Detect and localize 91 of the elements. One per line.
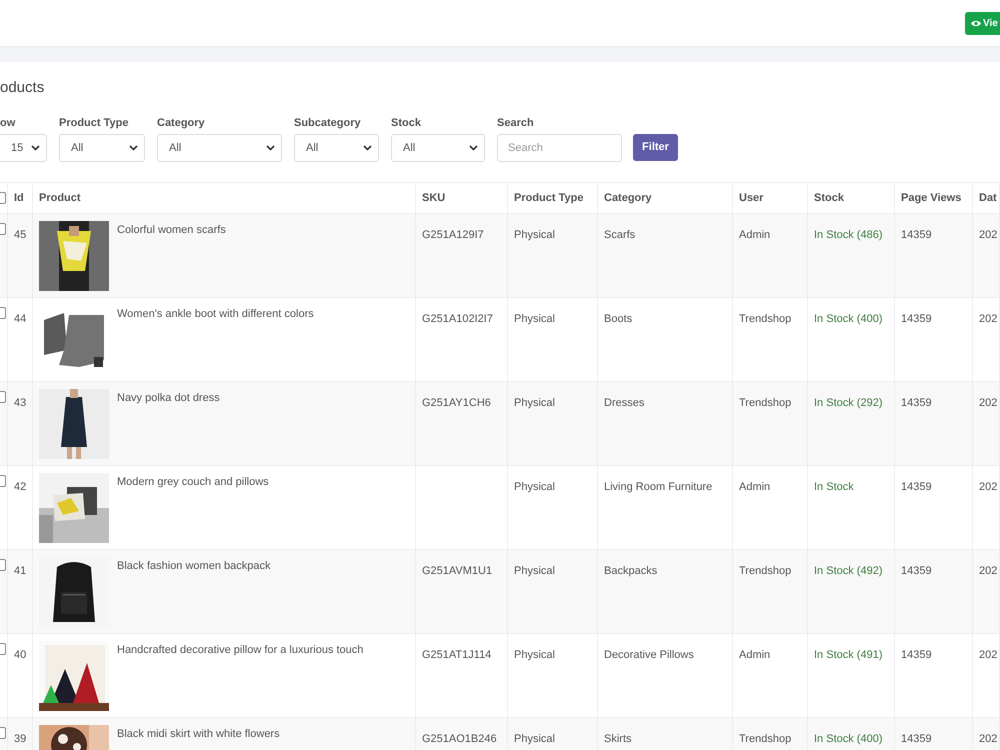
table-cell: Backpacks xyxy=(604,565,658,577)
table-cell: 39 xyxy=(14,733,26,745)
table-cell: Scarfs xyxy=(604,229,636,241)
table-cell: Dresses xyxy=(604,397,644,409)
table-cell: 202 xyxy=(979,481,998,493)
table-cell: Skirts xyxy=(604,733,632,745)
product-name: Black fashion women backpack xyxy=(117,559,270,574)
table-cell: 43 xyxy=(14,397,26,409)
table-cell: G251A129I7 xyxy=(422,229,484,241)
table-cell: In Stock (400) xyxy=(814,313,882,325)
select-field[interactable]: 15 xyxy=(0,134,47,162)
product-name: Colorful women scarfs xyxy=(117,223,226,238)
select-field[interactable]: All xyxy=(294,134,379,162)
column-header: Product xyxy=(39,190,81,206)
table-cell: 202 xyxy=(979,313,998,325)
table-cell: Physical xyxy=(514,733,555,745)
table-cell: Physical xyxy=(514,481,555,493)
table-cell: 14359 xyxy=(901,649,932,661)
table-cell: 202 xyxy=(979,733,998,745)
table-cell: 40 xyxy=(14,649,26,661)
table-cell: 14359 xyxy=(901,397,932,409)
table-cell: In Stock (486) xyxy=(814,229,882,241)
select-field[interactable]: All xyxy=(59,134,145,162)
table-cell: In Stock (491) xyxy=(814,649,882,661)
column-header: SKU xyxy=(422,190,446,206)
table-cell: Admin xyxy=(739,229,770,241)
table-cell: 14359 xyxy=(901,481,932,493)
table-cell: 202 xyxy=(979,565,998,577)
chevron-down-icon xyxy=(129,145,138,151)
search-field[interactable]: Search xyxy=(497,134,622,162)
column-header: Category xyxy=(604,190,652,206)
product-name: Handcrafted decorative pillow for a luxurious touch xyxy=(117,643,364,658)
table-cell: 14359 xyxy=(901,229,932,241)
chevron-down-icon xyxy=(469,145,478,151)
select-field[interactable]: All xyxy=(157,134,282,162)
filter-label: Subcategory xyxy=(294,116,362,129)
table-cell: G251AVM1U1 xyxy=(422,565,492,577)
chevron-down-icon xyxy=(31,145,40,151)
table-cell: 202 xyxy=(979,649,998,661)
column-header: Dat xyxy=(979,190,997,206)
table-cell: In Stock xyxy=(814,481,854,493)
table-cell: Decorative Pillows xyxy=(604,649,694,661)
column-header: Page Views xyxy=(901,190,962,206)
table-cell: Physical xyxy=(514,649,555,661)
table-cell: G251AY1CH6 xyxy=(422,397,491,409)
filter-button[interactable]: Filter xyxy=(633,134,678,161)
table-cell: In Stock (492) xyxy=(814,565,882,577)
filter-label: Search xyxy=(497,116,535,129)
table-cell: Physical xyxy=(514,565,555,577)
table-cell: Physical xyxy=(514,229,555,241)
filter-label: Product Type xyxy=(59,116,130,129)
table-cell: G251AO1B246 xyxy=(422,733,497,745)
table-cell: 14359 xyxy=(901,565,932,577)
table-cell: Trendshop xyxy=(739,397,792,409)
table-cell: G251AT1J114 xyxy=(422,649,492,661)
table-cell: In Stock (400) xyxy=(814,733,882,745)
table-cell: Trendshop xyxy=(739,733,792,745)
table-cell: Living Room Furniture xyxy=(604,481,712,493)
table-cell: In Stock (292) xyxy=(814,397,882,409)
table-cell: Trendshop xyxy=(739,313,792,325)
table-cell: Boots xyxy=(604,313,632,325)
table-cell: Trendshop xyxy=(739,565,792,577)
table-cell: 202 xyxy=(979,397,998,409)
select-field[interactable]: All xyxy=(391,134,485,162)
column-header: Stock xyxy=(814,190,844,206)
product-name: Women's ankle boot with different colors xyxy=(117,307,314,322)
table-cell: Admin xyxy=(739,481,770,493)
table-cell: 202 xyxy=(979,229,998,241)
table-cell: 42 xyxy=(14,481,26,493)
page-title: oducts xyxy=(0,78,46,98)
filter-label: Category xyxy=(157,116,206,129)
eye-icon xyxy=(971,20,981,26)
filter-label: ow xyxy=(0,116,16,129)
chevron-down-icon xyxy=(363,145,372,151)
table-cell: Physical xyxy=(514,397,555,409)
column-header: Id xyxy=(14,190,24,206)
table-cell: Admin xyxy=(739,649,770,661)
filter-label: Stock xyxy=(391,116,422,129)
table-cell: 14359 xyxy=(901,313,932,325)
table-cell: G251A102I2I7 xyxy=(422,313,493,325)
table-cell: 14359 xyxy=(901,733,932,745)
chevron-down-icon xyxy=(266,145,275,151)
column-header: Product Type xyxy=(514,190,584,206)
table-cell: 44 xyxy=(14,313,26,325)
table-cell: 41 xyxy=(14,565,26,577)
product-name: Black midi skirt with white flowers xyxy=(117,727,280,742)
column-header: User xyxy=(739,190,764,206)
table-cell: Physical xyxy=(514,313,555,325)
product-name: Modern grey couch and pillows xyxy=(117,475,269,490)
product-name: Navy polka dot dress xyxy=(117,391,220,406)
table-cell: 45 xyxy=(14,229,26,241)
